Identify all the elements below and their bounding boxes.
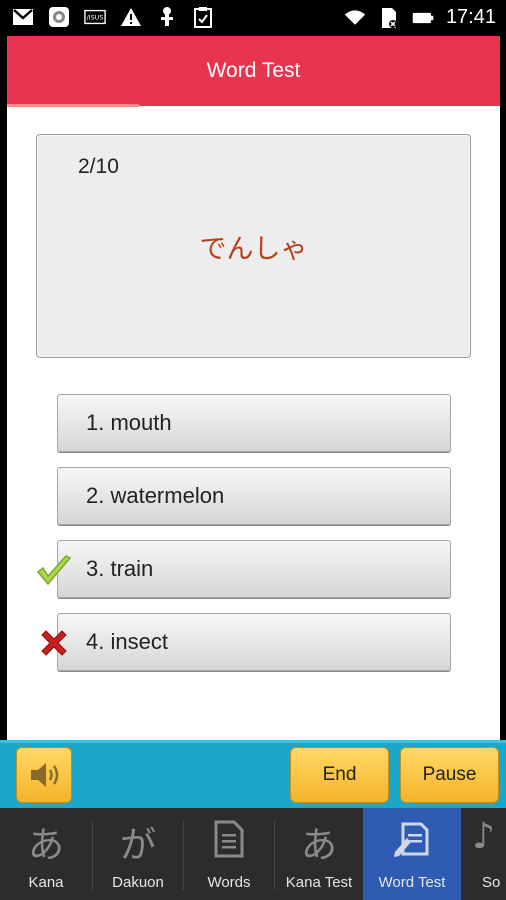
- nav-item-word-test[interactable]: Word Test: [363, 808, 461, 900]
- gmail-icon: [12, 6, 34, 28]
- nav-item-label: Word Test: [378, 874, 446, 891]
- answer-option-label: 1. mouth: [86, 410, 172, 435]
- app-content: Word Test 2/10 でんしゃ 1. mouth 2. watermel…: [7, 36, 500, 740]
- answer-option-1[interactable]: 1. mouth: [57, 394, 451, 452]
- nav-item-label: So: [482, 874, 501, 891]
- photo-icon: [48, 6, 70, 28]
- nav-item-dakuon[interactable]: が Dakuon: [93, 808, 183, 900]
- asus-icon: /ISUS: [84, 6, 106, 28]
- correct-check-icon: [36, 554, 72, 588]
- control-bar: End Pause: [0, 740, 506, 808]
- clipboard-icon: [192, 6, 214, 28]
- battery-icon: [412, 7, 434, 29]
- question-word: でんしゃ: [199, 234, 308, 265]
- question-card: 2/10 でんしゃ: [36, 134, 471, 358]
- kana-test-icon: あ: [300, 825, 337, 866]
- no-sim-icon: [378, 7, 400, 29]
- title-bar: Word Test: [7, 36, 500, 107]
- nav-item-kana-test[interactable]: あ Kana Test: [275, 808, 363, 900]
- answer-option-label: 3. train: [86, 556, 154, 581]
- status-time: 17:41: [445, 6, 496, 28]
- answer-option-2[interactable]: 2. watermelon: [57, 467, 451, 525]
- end-button[interactable]: End: [290, 747, 389, 803]
- android-icon: [156, 6, 178, 28]
- kana-a-icon: あ: [27, 825, 64, 866]
- test-pencil-icon: [393, 820, 433, 865]
- speaker-icon: [29, 761, 61, 795]
- nav-item-words[interactable]: Words: [184, 808, 274, 900]
- page-title: Word Test: [206, 59, 301, 82]
- nav-item-label: Kana Test: [285, 874, 353, 891]
- wifi-icon: [344, 7, 366, 29]
- nav-item-label: Dakuon: [112, 874, 164, 891]
- answer-option-label: 4. insect: [86, 629, 168, 654]
- nav-item-label: Kana: [28, 874, 64, 891]
- status-bar: /ISUS 17:41: [0, 0, 506, 36]
- kana-ga-icon: が: [119, 825, 156, 866]
- svg-text:/ISUS: /ISUS: [87, 14, 104, 22]
- wrong-x-icon: [38, 627, 72, 661]
- speaker-button[interactable]: [16, 747, 72, 803]
- pause-button[interactable]: Pause: [400, 747, 499, 803]
- bottom-nav: あ Kana が Dakuon Words あ Kana Test Word T…: [0, 808, 506, 900]
- nav-item-label: Words: [207, 874, 251, 891]
- nav-item-kana[interactable]: あ Kana: [0, 808, 92, 900]
- music-note-icon: ♪: [472, 816, 495, 857]
- answer-option-3[interactable]: 3. train: [57, 540, 451, 598]
- warning-icon: [120, 6, 142, 28]
- answer-option-4[interactable]: 4. insect: [57, 613, 451, 671]
- answer-option-label: 2. watermelon: [86, 483, 225, 508]
- document-icon: [214, 820, 244, 863]
- question-progress: 2/10: [78, 155, 119, 178]
- tab-indicator: [7, 104, 139, 107]
- nav-item-songs[interactable]: ♪ So: [462, 808, 506, 900]
